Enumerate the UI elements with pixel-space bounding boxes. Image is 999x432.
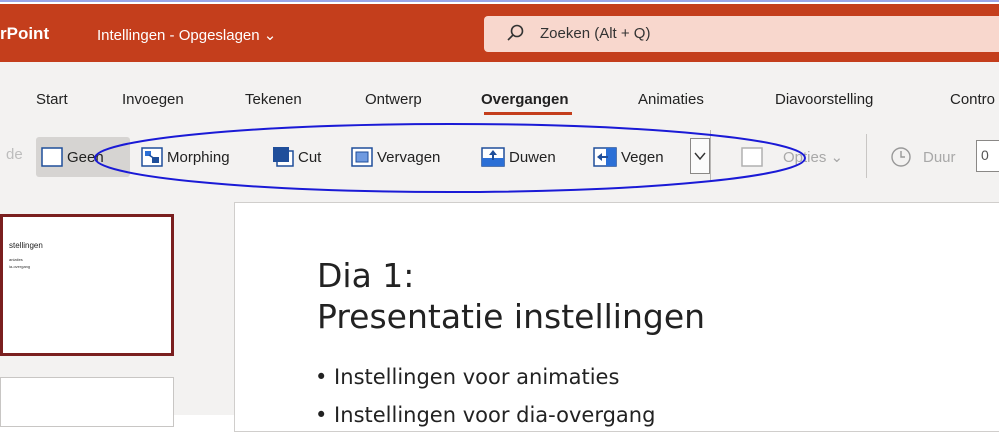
duration-group: Duur: [890, 142, 956, 172]
tab-animaties[interactable]: Animaties: [638, 91, 704, 108]
slide-canvas[interactable]: Dia 1: Presentatie instellingen • Instel…: [234, 202, 999, 432]
duration-label: Duur: [923, 148, 956, 166]
divider: [866, 134, 867, 178]
thumbnail-bullet: ia-overgang: [9, 264, 31, 269]
slide-bullet[interactable]: • Instellingen voor dia-overgang: [315, 403, 655, 427]
push-transition-icon: [481, 147, 505, 167]
transition-cut-button[interactable]: Cut: [271, 142, 321, 172]
fade-transition-icon: [351, 147, 373, 167]
slide-bullet[interactable]: • Instellingen voor animaties: [315, 365, 619, 389]
transition-vervagen-button[interactable]: Vervagen: [350, 142, 440, 172]
clipped-label: de: [6, 146, 23, 163]
chevron-down-icon: [694, 152, 706, 161]
transition-vegen-button[interactable]: Vegen: [592, 142, 664, 172]
slide-thumbnail-2[interactable]: [0, 377, 174, 427]
transition-geen-button[interactable]: Geen: [40, 142, 104, 172]
slide-title-line: Dia 1:: [317, 256, 415, 295]
slide-thumbnail-1[interactable]: stellingen aniaties ia-overgang: [0, 214, 174, 356]
options-dropdown[interactable]: Opties ⌄: [740, 142, 843, 172]
duration-input[interactable]: 0: [976, 140, 999, 172]
transition-vervagen-label: Vervagen: [377, 148, 441, 166]
thumbnail-title: stellingen: [9, 241, 43, 250]
transition-morphing-button[interactable]: Morphing: [140, 142, 230, 172]
search-icon: [507, 24, 524, 41]
options-icon: [741, 147, 763, 167]
search-box[interactable]: Zoeken (Alt + Q): [484, 16, 999, 52]
app-name: rPoint: [0, 24, 50, 43]
wipe-transition-icon: [593, 147, 617, 167]
transition-vegen-label: Vegen: [621, 148, 664, 166]
ribbon-tabs: Start Invoegen Tekenen Ontwerp Overgange…: [0, 62, 999, 120]
thumbnail-bullet: aniaties: [9, 257, 23, 262]
gallery-expand-button[interactable]: [690, 138, 710, 174]
tab-overgangen[interactable]: Overgangen: [481, 91, 569, 108]
tab-ontwerp[interactable]: Ontwerp: [365, 91, 422, 108]
tab-diavoorstelling[interactable]: Diavoorstelling: [775, 91, 873, 108]
transition-duwen-label: Duwen: [509, 148, 556, 166]
title-bar: rPoint Intellingen - Opgeslagen ⌄ Zoeken…: [0, 4, 999, 62]
divider: [710, 130, 711, 182]
slide-title[interactable]: Dia 1: Presentatie instellingen: [317, 255, 705, 337]
tab-controleren[interactable]: Contro: [950, 91, 995, 108]
transition-geen-label: Geen: [67, 148, 104, 166]
transition-morphing-label: Morphing: [167, 148, 230, 166]
transition-cut-label: Cut: [298, 148, 322, 166]
tab-invoegen[interactable]: Invoegen: [122, 91, 184, 108]
tab-start[interactable]: Start: [36, 91, 68, 108]
transition-duwen-button[interactable]: Duwen: [480, 142, 556, 172]
document-title-menu[interactable]: Intellingen - Opgeslagen ⌄: [97, 26, 276, 44]
search-placeholder: Zoeken (Alt + Q): [540, 25, 651, 42]
morph-transition-icon: [141, 147, 163, 167]
cut-transition-icon: [273, 147, 294, 167]
active-tab-indicator: [484, 112, 572, 115]
transitions-ribbon: de Geen Morphing Cut Vervagen Duwen Vege…: [0, 120, 999, 193]
clock-icon: [891, 147, 911, 167]
tab-tekenen[interactable]: Tekenen: [245, 91, 302, 108]
options-label: Opties ⌄: [783, 149, 844, 166]
slide-title-line: Presentatie instellingen: [317, 297, 706, 336]
none-transition-icon: [41, 147, 63, 167]
